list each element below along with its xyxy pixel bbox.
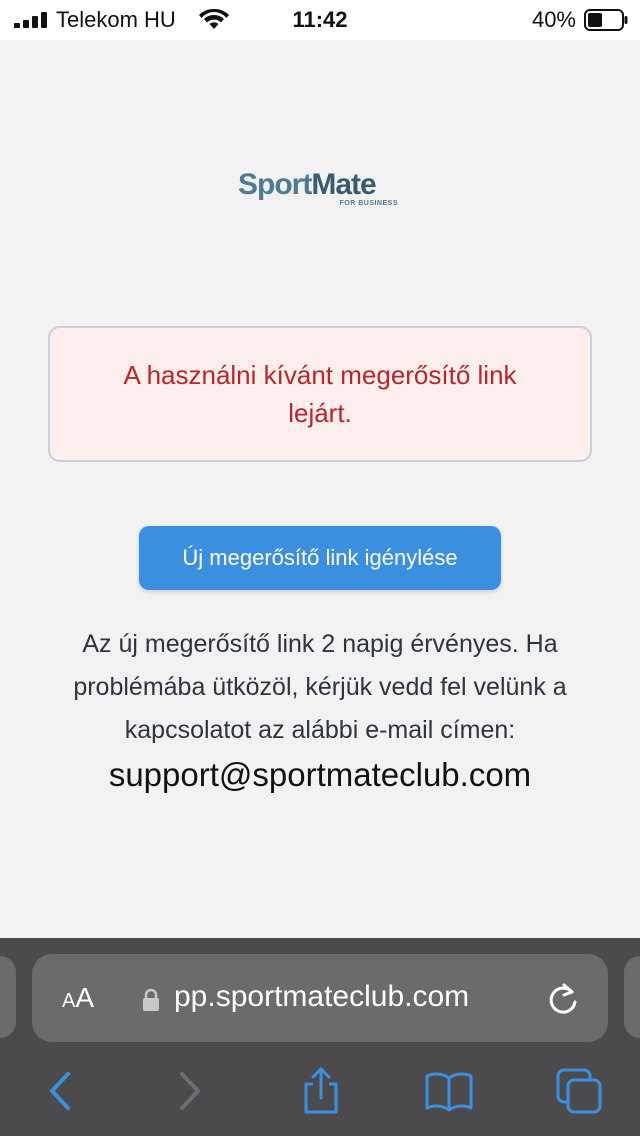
next-tab-peek[interactable] <box>624 956 640 1038</box>
share-icon[interactable] <box>296 1066 346 1116</box>
previous-tab-peek[interactable] <box>0 956 16 1038</box>
battery-icon <box>584 9 628 31</box>
sportmate-logo: SportMate FOR BUSINESS <box>238 166 402 214</box>
request-new-link-button[interactable]: Új megerősítő link igénylése <box>139 526 501 590</box>
address-bar[interactable]: AA pp.sportmateclub.com <box>32 954 608 1042</box>
forward-icon[interactable] <box>166 1066 216 1116</box>
reload-icon[interactable] <box>546 980 580 1016</box>
status-bar: Telekom HU 11:42 40% <box>0 0 640 40</box>
tabs-icon[interactable] <box>554 1066 604 1116</box>
battery-percent: 40% <box>531 7 576 32</box>
error-alert: A használni kívánt megerősítő link lejár… <box>48 326 592 462</box>
url-text[interactable]: pp.sportmateclub.com <box>174 980 469 1014</box>
bookmarks-icon[interactable] <box>424 1066 474 1116</box>
logo-text-mate: Mate <box>311 168 376 201</box>
info-text: Az új megerősítő link 2 napig érvényes. … <box>73 630 567 744</box>
support-email[interactable]: support@sportmateclub.com <box>0 756 640 794</box>
lock-icon <box>143 988 159 1011</box>
logo-text-sport: Sport <box>238 168 312 201</box>
reader-settings-button[interactable]: AA <box>62 982 94 1014</box>
error-message: A használni kívánt megerősítő link lejár… <box>123 360 517 428</box>
back-icon[interactable] <box>34 1066 84 1116</box>
logo-subtitle: FOR BUSINESS <box>339 200 398 207</box>
